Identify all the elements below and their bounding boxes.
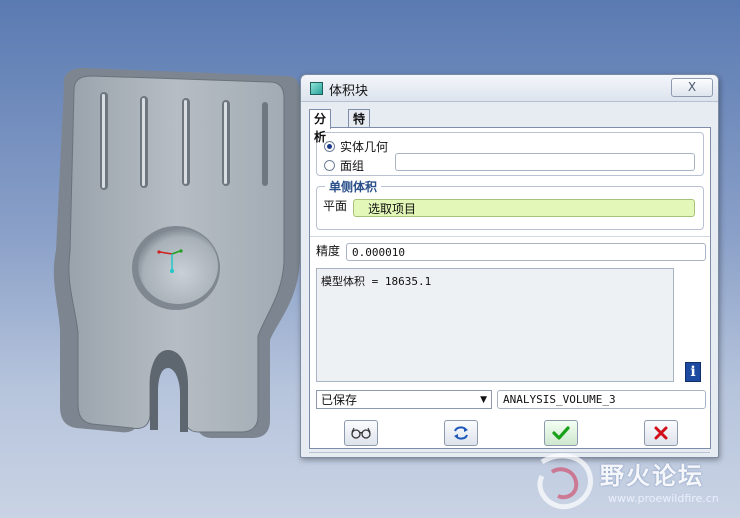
plane-collector[interactable]: 选取项目 xyxy=(353,199,695,217)
plane-label: 平面 xyxy=(323,199,348,213)
cancel-button[interactable] xyxy=(644,420,678,446)
refresh-icon xyxy=(454,426,468,440)
watermark-logo-icon xyxy=(537,453,593,510)
dialog-titlebar[interactable]: 体积块 X xyxy=(301,75,718,102)
result-textarea[interactable]: 模型体积 = 18635.1 xyxy=(316,268,674,382)
volume-block-icon xyxy=(310,82,323,95)
glasses-icon xyxy=(351,427,371,439)
quilt-radio[interactable] xyxy=(324,160,335,171)
volume-block-dialog: 体积块 X 分析 特征 实体几何 面组 单侧体积 平面 选取项目 精度 0.00… xyxy=(300,74,719,458)
watermark-text: 野火论坛 xyxy=(600,462,704,490)
quilt-label: 面组 xyxy=(340,159,365,173)
model-part[interactable] xyxy=(53,68,300,438)
solid-geometry-label: 实体几何 xyxy=(340,140,389,154)
precision-label: 精度 xyxy=(316,244,341,258)
precision-input[interactable]: 0.000010 xyxy=(346,243,706,261)
repeat-analysis-button[interactable] xyxy=(444,420,478,446)
ok-button[interactable] xyxy=(544,420,578,446)
quilt-input[interactable] xyxy=(395,153,695,171)
saved-status-value: 已保存 xyxy=(321,393,358,407)
watermark: 野火论坛 www.proewildfire.cn xyxy=(528,450,740,518)
preview-button[interactable] xyxy=(344,420,378,446)
separator xyxy=(310,236,710,237)
dialog-title: 体积块 xyxy=(329,84,369,99)
checkmark-icon xyxy=(552,426,570,440)
one-sided-volume-group: 单侧体积 平面 选取项目 xyxy=(316,178,704,230)
cancel-x-icon xyxy=(654,426,668,440)
one-sided-volume-legend: 单侧体积 xyxy=(325,178,382,195)
close-button[interactable]: X xyxy=(671,78,713,97)
info-icon[interactable]: i xyxy=(685,362,701,382)
tab-analysis[interactable]: 分析 xyxy=(309,109,332,144)
watermark-url: www.proewildfire.cn xyxy=(608,492,719,505)
analysis-name-input[interactable]: ANALYSIS_VOLUME_3 xyxy=(497,390,706,409)
geometry-group: 实体几何 面组 xyxy=(316,132,704,176)
analysis-panel: 实体几何 面组 单侧体积 平面 选取项目 精度 0.000010 模型体积 = … xyxy=(309,127,711,449)
chevron-down-icon: ▼ xyxy=(480,395,487,405)
tab-feature[interactable]: 特征 xyxy=(348,109,371,144)
model-volume-result: 模型体积 = 18635.1 xyxy=(321,275,432,288)
saved-status-select[interactable]: 已保存 ▼ xyxy=(316,390,492,409)
